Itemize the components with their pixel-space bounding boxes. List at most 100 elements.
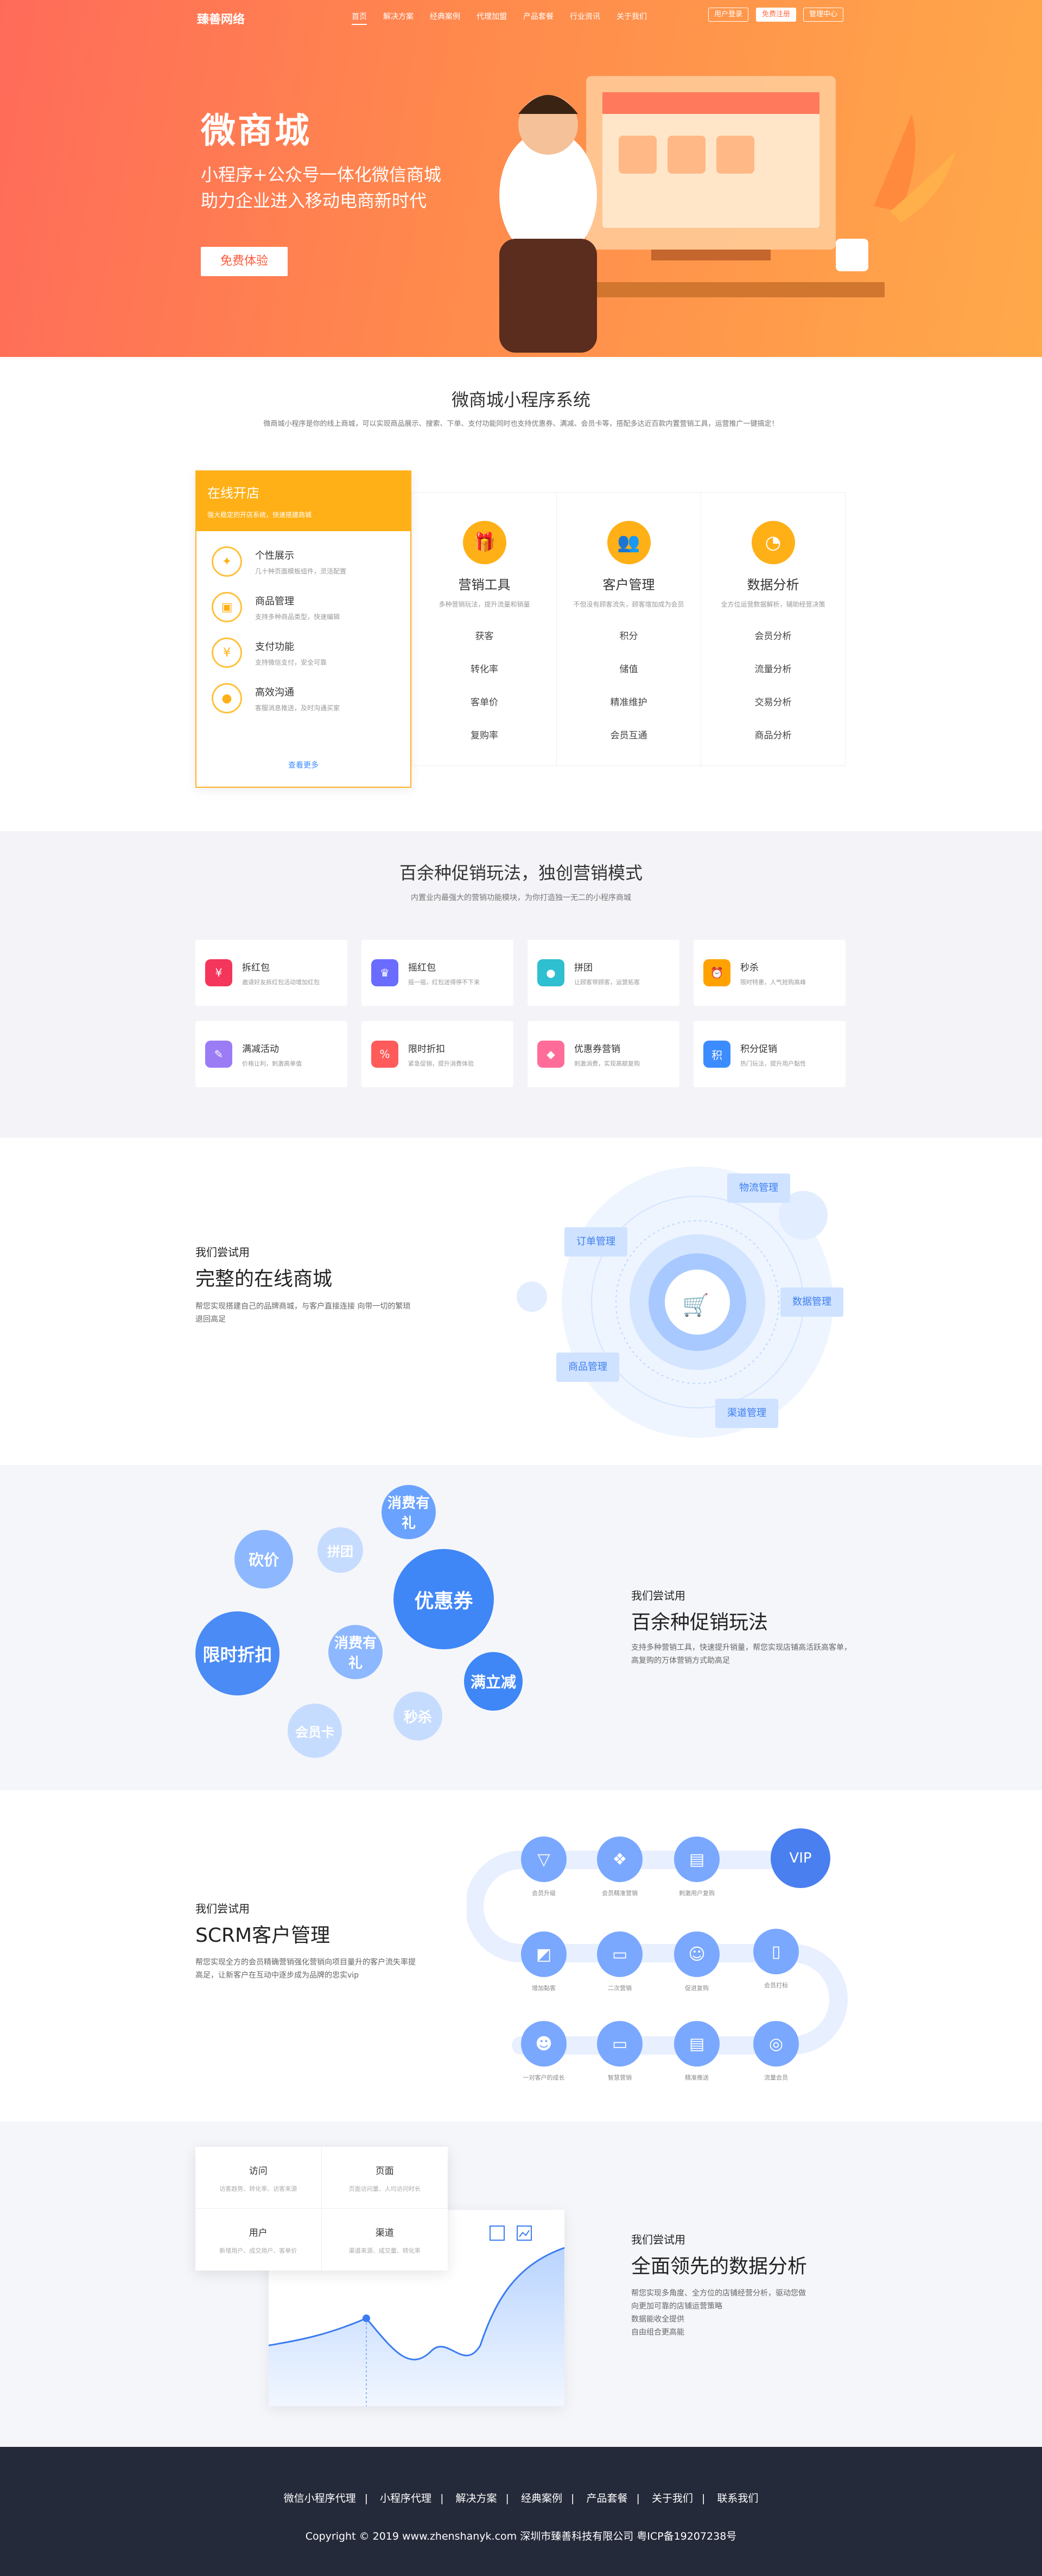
sys-desc: 微商城小程序是你的线上商城，可以实现商品展示、搜索、下单、支付功能同时也支持优惠… bbox=[263, 420, 779, 428]
metric-cell: 页面 页面访问量、人均访问时长 bbox=[321, 2147, 448, 2209]
promo-card-title: 优惠券营销 bbox=[574, 1043, 620, 1055]
promo-card-desc: 限时特惠，人气抢购高峰 bbox=[740, 978, 806, 986]
metric-cell: 用户 新增用户、成交用户、客单价 bbox=[195, 2209, 322, 2271]
promo-card[interactable]: ● 拼团 让顾客带顾客，运营拓客 bbox=[528, 940, 679, 1006]
tag-products: 商品管理 bbox=[556, 1353, 619, 1382]
bubble-bargain: 砍价 bbox=[234, 1530, 293, 1589]
metric-desc: 访客趋势、转化率、访客来源 bbox=[219, 2185, 297, 2192]
promo-card[interactable]: ◆ 优惠券营销 刺激消费，实现高额复购 bbox=[528, 1021, 679, 1087]
users-icon: 👥 bbox=[607, 521, 651, 564]
promo-card[interactable]: ♛ 摇红包 摇一摇，红包送得停不下来 bbox=[361, 940, 513, 1006]
console-button[interactable]: 管理中心 bbox=[803, 8, 844, 22]
scrm-node-label: 刺激用户复购 bbox=[679, 1890, 715, 1897]
scrm-node-label: 一对客户的成长 bbox=[523, 2074, 565, 2081]
feature-columns: 🎁 营销工具 多种营销玩法，提升流量和销量 获客 转化率 客单价 复购率 👥 客… bbox=[411, 492, 846, 767]
footer-link[interactable]: 解决方案 bbox=[456, 2492, 497, 2504]
promo-card[interactable]: % 限时折扣 紧急促销，提升消费体验 bbox=[361, 1021, 513, 1087]
feature-list-item: 转化率 bbox=[471, 664, 498, 675]
free-trial-button[interactable]: 免费体验 bbox=[201, 247, 288, 276]
shop-card-subtitle: 强大稳定的开店系统，快速搭建商城 bbox=[207, 511, 312, 519]
scrm-node-icon: ▽ bbox=[521, 1837, 567, 1882]
view-more-link[interactable]: 查看更多 bbox=[196, 760, 410, 770]
palette-icon: ✦ bbox=[212, 546, 242, 577]
promo-card-title: 拼团 bbox=[574, 962, 593, 973]
feature-list-item: 精准维护 bbox=[610, 697, 647, 708]
feature-list-item: 商品分析 bbox=[754, 730, 792, 741]
scrm-node-label: 流量会员 bbox=[764, 2074, 788, 2081]
nav-news[interactable]: 行业资讯 bbox=[570, 11, 600, 25]
shop-card-header: 在线开店 强大稳定的开店系统，快速搭建商城 bbox=[196, 471, 410, 531]
footer-link[interactable]: 小程序代理 bbox=[380, 2492, 431, 2504]
promo-card[interactable]: ¥ 拆红包 邀请好友拆红包活动增加红包 bbox=[195, 940, 347, 1006]
bubble-coupon: 优惠券 bbox=[393, 1549, 494, 1649]
scrm-node-label: 会员打标 bbox=[764, 1982, 788, 1989]
scrm-node-icon: ◎ bbox=[753, 2021, 799, 2067]
scrm-node-icon: ▭ bbox=[597, 2021, 643, 2067]
metric-title: 渠道 bbox=[375, 2228, 394, 2239]
shop-item: ● 高效沟通 客服消息推送，及时沟通买家 bbox=[196, 668, 410, 713]
shop-item-desc: 支持多种商品类型，快速编辑 bbox=[255, 613, 340, 621]
scrm-node-icon: ◩ bbox=[521, 1931, 567, 1977]
feature-list-item: 复购率 bbox=[471, 730, 498, 741]
feature-list-item: 获客 bbox=[475, 631, 494, 642]
tag-channels: 渠道管理 bbox=[715, 1399, 778, 1428]
promo-card-icon: 积 bbox=[703, 1041, 730, 1068]
shield-icon: ¥ bbox=[212, 637, 242, 668]
promo-card[interactable]: 积积分促销 热门玩法，提升用户黏性 bbox=[694, 1021, 846, 1087]
marketing-title: 百余种促销玩法 bbox=[631, 1611, 768, 1634]
nav-cases[interactable]: 经典案例 bbox=[430, 11, 460, 25]
promo-title: 百余种促销玩法，独创营销模式 bbox=[399, 863, 643, 883]
feature-col-title: 客户管理 bbox=[602, 577, 655, 592]
promo-card-icon: ● bbox=[537, 959, 564, 986]
promo-card-desc: 价格让利，刺激高单值 bbox=[242, 1060, 302, 1067]
bubble-membercard: 会员卡 bbox=[288, 1704, 342, 1758]
feature-list-item: 会员分析 bbox=[754, 631, 792, 642]
feature-col-desc: 全方位运营数据解析，辅助经营决策 bbox=[721, 601, 825, 608]
hero-subtitle: 小程序+公众号一体化微信商城 助力企业进入移动电商新时代 bbox=[201, 162, 441, 214]
promo-card-title: 拆红包 bbox=[242, 962, 270, 973]
feature-col-desc: 不但没有顾客流失，顾客增加成为会员 bbox=[573, 601, 684, 608]
register-button[interactable]: 免费注册 bbox=[756, 8, 797, 22]
scrm-kicker: 我们尝试用 bbox=[195, 1902, 250, 1915]
promo-card-title: 满减活动 bbox=[242, 1043, 279, 1055]
nav-home[interactable]: 首页 bbox=[352, 11, 367, 25]
metric-title: 页面 bbox=[375, 2166, 394, 2177]
promo-card[interactable]: ✎ 满减活动价格让利，刺激高单值 bbox=[195, 1021, 347, 1087]
promo-card-icon: ✎ bbox=[205, 1041, 232, 1068]
footer-link[interactable]: 微信小程序代理 bbox=[284, 2492, 356, 2504]
nav-about[interactable]: 关于我们 bbox=[617, 11, 647, 25]
nav-solutions[interactable]: 解决方案 bbox=[383, 11, 414, 25]
shop-item-name: 商品管理 bbox=[255, 595, 294, 607]
footer-link[interactable]: 关于我们 bbox=[652, 2492, 693, 2504]
metric-title: 用户 bbox=[249, 2228, 268, 2239]
promo-card-icon: ¥ bbox=[205, 959, 232, 986]
sys-title: 微商城小程序系统 bbox=[451, 390, 590, 410]
scrm-node-icon: ☻ bbox=[521, 2021, 567, 2067]
promo-card-desc: 紧急促销，提升消费体验 bbox=[408, 1060, 474, 1067]
promo-card-desc: 热门玩法，提升用户黏性 bbox=[740, 1060, 806, 1067]
nav-packages[interactable]: 产品套餐 bbox=[523, 11, 554, 25]
feature-list-item: 积分 bbox=[619, 631, 638, 642]
data-desc-line: 自由组合更高能 bbox=[631, 2328, 684, 2337]
promo-card-title: 限时折扣 bbox=[408, 1043, 445, 1055]
footer-link[interactable]: 联系我们 bbox=[717, 2492, 758, 2504]
footer-link[interactable]: 经典案例 bbox=[521, 2492, 562, 2504]
tag-data: 数据管理 bbox=[780, 1287, 843, 1317]
login-button[interactable]: 用户登录 bbox=[708, 8, 749, 22]
scrm-node-label: 二次营销 bbox=[608, 1985, 632, 1992]
site-logo[interactable]: 臻善网络 bbox=[197, 10, 245, 27]
footer-link[interactable]: 产品套餐 bbox=[586, 2492, 627, 2504]
promo-card-icon: ⏰ bbox=[703, 959, 730, 986]
bubble-discount: 限时折扣 bbox=[195, 1611, 279, 1695]
metric-cell: 渠道 渠道来源、成交量、转化率 bbox=[322, 2209, 448, 2271]
scrm-node-label: 增加黏客 bbox=[532, 1985, 556, 1992]
shop-card-title: 在线开店 bbox=[207, 486, 259, 501]
scrm-node-label: 会员精准营销 bbox=[602, 1890, 638, 1897]
promo-card[interactable]: ⏰ 秒杀 限时特惠，人气抢购高峰 bbox=[694, 940, 846, 1006]
nav-agent[interactable]: 代理加盟 bbox=[476, 11, 507, 25]
data-desc: 帮您实现多角度、全方位的店铺经营分析，驱动您做 向更加可靠的店铺运营策略 数据能… bbox=[631, 2287, 854, 2339]
pie-icon: ◔ bbox=[751, 521, 795, 564]
scrm-node-icon: ▤ bbox=[674, 2021, 720, 2067]
marketing-desc: 支持多种营销工具，快速提升销量，帮您实现店铺高活跃高客单，高复购的万体营销方式助… bbox=[631, 1643, 852, 1665]
scrm-node-label: 促进复购 bbox=[685, 1985, 709, 1992]
